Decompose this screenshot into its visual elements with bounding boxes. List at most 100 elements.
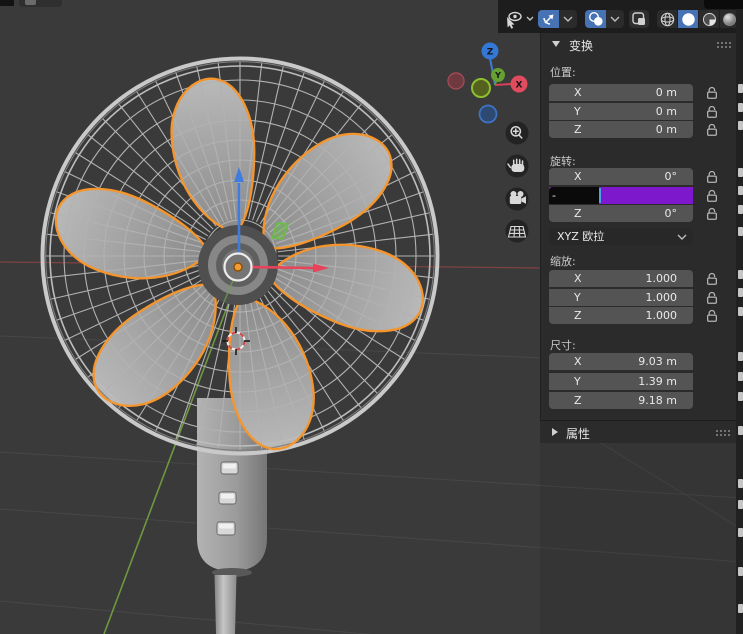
rotation-z-lock-icon[interactable]	[704, 206, 720, 222]
axis-minus-y-ball[interactable]	[471, 78, 491, 98]
toggle-xray-button[interactable]	[629, 10, 649, 28]
nav-tools[interactable]	[505, 121, 529, 243]
object-origin	[233, 262, 243, 272]
field-value: 0 m	[655, 86, 677, 99]
field-value: 0°	[664, 170, 678, 183]
shading-wireframe-button[interactable]	[657, 10, 678, 28]
field-value: 1.39 m	[638, 374, 677, 388]
axis-label: Z	[574, 394, 582, 407]
cropped-decorator-icon	[738, 372, 743, 381]
solid-sphere-icon	[681, 12, 695, 26]
panel-drag-handle[interactable]	[715, 429, 730, 436]
rotation-mode-select[interactable]: XYZ 欧拉	[549, 228, 693, 245]
field-value: 1.000	[645, 309, 678, 322]
scale-z-lock-icon[interactable]	[704, 308, 720, 324]
location-y-field[interactable]: Y 0 m	[549, 102, 693, 120]
location-x-lock-icon[interactable]	[704, 85, 720, 101]
object-visibility-dropdown[interactable]	[502, 10, 536, 29]
sidebar-empty-area	[540, 443, 736, 634]
cropped-decorator-icon	[738, 227, 743, 236]
cropped-decorator-icon	[738, 567, 743, 576]
overlays-dropdown[interactable]	[606, 10, 624, 28]
driver-expression-input[interactable]: -frame/3	[549, 186, 599, 219]
scale-y-field[interactable]: Y 1.000	[549, 288, 693, 306]
cropped-decorator-icon	[738, 167, 743, 177]
axis-gizmo[interactable]: Z X Y	[447, 42, 528, 124]
cropped-decorator-icon	[738, 528, 743, 537]
panel-expand-icon[interactable]	[552, 428, 558, 436]
location-y-lock-icon[interactable]	[704, 104, 720, 120]
dimension-z-field[interactable]: Z 9.18 m	[549, 392, 693, 409]
sidebar-collapsed-panel[interactable]: 属性	[540, 420, 736, 443]
cropped-toolbar-fragment	[0, 0, 14, 6]
scale-x-field[interactable]: X 1.000	[549, 270, 693, 287]
wireframe-sphere-icon	[660, 12, 674, 26]
location-label: 位置:	[550, 66, 576, 79]
svg-text:Z: Z	[487, 48, 494, 58]
shading-material-button[interactable]	[699, 10, 720, 28]
toggle-ortho-button[interactable]	[505, 219, 529, 243]
scale-z-field[interactable]: Z 1.000	[549, 307, 693, 324]
axis-label: X	[574, 86, 582, 99]
panel-title: 变换	[569, 39, 594, 53]
axis-minus-x-ball[interactable]	[447, 72, 465, 90]
axis-label: X	[574, 355, 582, 368]
field-value: 0 m	[655, 123, 677, 136]
axis-label: Y	[574, 104, 581, 118]
show-overlays-toggle[interactable]	[585, 10, 606, 28]
cropped-decorator-icon	[738, 500, 743, 509]
cropped-decorator-icon	[738, 479, 743, 488]
scale-y-lock-icon[interactable]	[704, 290, 720, 306]
show-gizmo-toggle[interactable]	[538, 10, 559, 28]
dimension-x-field[interactable]: X 9.03 m	[549, 353, 693, 370]
cropped-toolbar-button	[19, 0, 62, 7]
chevron-down-icon	[677, 234, 687, 240]
cropped-decorator-strip	[736, 0, 743, 634]
cropped-decorator-icon	[738, 392, 743, 401]
chevron-down-icon	[563, 16, 573, 22]
rotation-z-field[interactable]: Z 0°	[549, 205, 693, 222]
cropped-decorator-icon	[738, 269, 743, 279]
shading-solid-button[interactable]	[678, 10, 699, 28]
axis-minus-z-ball[interactable]	[478, 104, 498, 124]
sidebar-transform-panel: 变换 位置: X 0 m Y 0 m Z 0 m 旋转: X 0° -frame…	[540, 33, 736, 443]
rotation-label: 旋转:	[550, 155, 576, 168]
rotation-y-driver-field[interactable]: -frame/3	[549, 186, 693, 219]
cropped-decorator-icon	[738, 288, 743, 297]
cropped-decorator-icon	[738, 204, 743, 214]
axis-label: Z	[574, 123, 582, 136]
location-z-lock-icon[interactable]	[704, 122, 720, 138]
location-x-field[interactable]: X 0 m	[549, 84, 693, 101]
svg-text:Y: Y	[494, 71, 501, 80]
field-value: 1.000	[645, 272, 678, 285]
cropped-decorator-icon	[738, 84, 743, 93]
cropped-decorator-icon	[738, 102, 743, 112]
field-value: 9.18 m	[638, 394, 677, 407]
gizmo-arrow-icon	[542, 14, 553, 25]
scale-label: 缩放:	[550, 255, 576, 268]
axis-label: Z	[574, 207, 582, 220]
scale-x-lock-icon[interactable]	[704, 271, 720, 287]
material-sphere-icon	[702, 12, 716, 26]
field-value: 0°	[664, 207, 678, 220]
text-cursor	[599, 187, 601, 203]
cropped-icon	[25, 0, 36, 5]
rotation-y-lock-icon[interactable]	[704, 188, 720, 204]
rotation-x-lock-icon[interactable]	[704, 169, 720, 185]
axis-label: X	[574, 170, 582, 183]
svg-text:X: X	[516, 81, 523, 91]
panel-drag-handle[interactable]	[716, 41, 731, 48]
cropped-decorator-icon	[738, 604, 743, 613]
panel-collapse-icon[interactable]	[552, 41, 560, 47]
field-value: 1.000	[645, 290, 678, 304]
cropped-workspace-tab	[704, 0, 743, 9]
axis-label: Y	[574, 374, 581, 388]
dimension-y-field[interactable]: Y 1.39 m	[549, 372, 693, 390]
rotation-x-field[interactable]: X 0°	[549, 168, 693, 185]
cropped-decorator-icon	[738, 186, 743, 195]
field-value: 9.03 m	[638, 355, 677, 368]
location-z-field[interactable]: Z 0 m	[549, 121, 693, 138]
gizmo-dropdown[interactable]	[559, 10, 577, 28]
zoom-button[interactable]	[505, 121, 529, 145]
cropped-decorator-icon	[738, 426, 743, 435]
